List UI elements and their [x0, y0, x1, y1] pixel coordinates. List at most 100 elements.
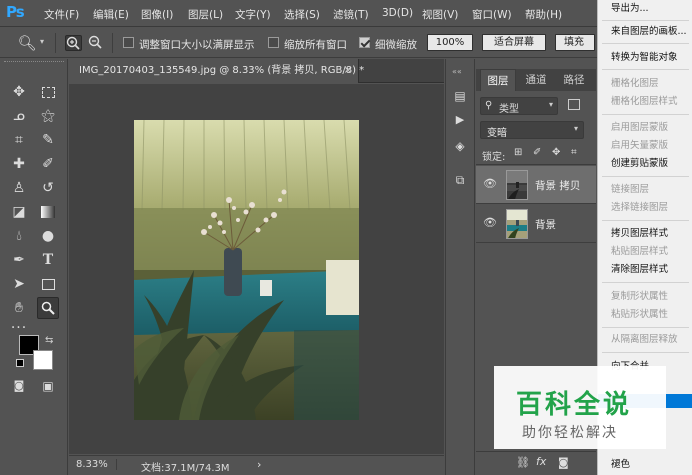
menu-item-export-as[interactable]: 导出为...	[598, 0, 692, 18]
scrubby-zoom-checkbox[interactable]	[359, 37, 370, 48]
add-mask-icon[interactable]: ◙	[558, 456, 569, 469]
visibility-eye-icon[interactable]: 👁︎	[483, 178, 497, 190]
gradient-tool-icon[interactable]	[37, 201, 59, 223]
panel-grip[interactable]	[4, 61, 64, 67]
menu-item-create-clipping-mask[interactable]: 创建剪贴蒙版	[598, 155, 692, 173]
layer-name[interactable]: 背景 拷贝	[535, 178, 580, 193]
document-tab-bar: IMG_20170403_135549.jpg @ 8.33% (背景 拷贝, …	[69, 59, 444, 83]
resize-windows-label: 调整窗口大小以满屏显示	[139, 39, 255, 51]
tab-channels[interactable]: 通道	[518, 69, 554, 91]
background-color-swatch[interactable]	[33, 350, 53, 370]
layer-row[interactable]: 👁︎ 背景	[476, 205, 596, 243]
screen-mode-icon[interactable]: ▣	[37, 375, 59, 397]
zoom-out-icon[interactable]	[88, 35, 105, 51]
quick-mask-icon[interactable]: ◙	[8, 375, 30, 397]
type-tool-icon[interactable]: T	[37, 249, 59, 271]
menu-edit[interactable]: 编辑(E)	[93, 7, 129, 22]
menu-filter[interactable]: 滤镜(T)	[333, 7, 369, 22]
lock-label: 锁定:	[482, 152, 506, 163]
menu-item-paste-shape-attributes: 粘贴形状属性	[611, 309, 669, 320]
menu-item-copy-shape-attributes: 复制形状属性	[611, 291, 669, 302]
document-canvas[interactable]	[134, 120, 359, 420]
history-panel-icon[interactable]: ▤	[449, 85, 471, 107]
lasso-tool-icon[interactable]: ᓄ	[8, 105, 30, 127]
zoom-all-checkbox[interactable]	[268, 37, 279, 48]
lock-artboard-icon[interactable]: ⌗	[571, 147, 577, 158]
character-panel-icon[interactable]: ⧉	[449, 169, 471, 191]
menu-view[interactable]: 视图(V)	[422, 7, 458, 22]
marquee-tool-icon[interactable]	[37, 81, 59, 103]
menu-item-artboard-from-layers[interactable]: 来自图层的画板...	[598, 23, 692, 41]
filter-pixel-icon[interactable]	[568, 99, 580, 110]
menu-image[interactable]: 图像(I)	[141, 7, 173, 22]
brush-tool-icon[interactable]: ✐	[37, 153, 59, 175]
menu-3d[interactable]: 3D(D)	[382, 7, 413, 19]
layer-row[interactable]: 👁︎ 背景 拷贝	[476, 166, 596, 204]
menu-item-rasterize-layer-style: 栅格化图层样式	[611, 96, 678, 107]
menu-file[interactable]: 文件(F)	[44, 7, 79, 22]
blend-mode-label: 变暗	[487, 128, 507, 139]
clone-stamp-tool-icon[interactable]: ♙	[8, 177, 30, 199]
fit-screen-button[interactable]: 适合屏幕	[482, 34, 546, 51]
menu-item-copy-layer-style[interactable]: 拷贝图层样式	[598, 225, 692, 243]
lock-position-icon[interactable]: ✥	[552, 147, 560, 158]
menu-bar: Ps 文件(F) 编辑(E) 图像(I) 图层(L) 文字(Y) 选择(S) 滤…	[0, 0, 692, 27]
lock-transparent-icon[interactable]: ⊞	[514, 147, 522, 158]
zoom-tool-icon[interactable]	[37, 297, 59, 319]
watermark-brand: 百科全说	[516, 390, 633, 420]
menu-item-rasterize-layer: 栅格化图层	[611, 78, 659, 89]
watermark-overlay: 百科全说 助你轻松解决	[494, 366, 666, 449]
swap-colors-icon[interactable]: ⇆	[45, 335, 53, 346]
chevron-down-icon[interactable]: ▾	[40, 37, 44, 46]
path-selection-tool-icon[interactable]: ➤	[8, 273, 30, 295]
tab-layers[interactable]: 图层	[480, 69, 516, 91]
dodge-tool-icon[interactable]: ●	[37, 225, 59, 247]
collapse-panels-icon[interactable]: ««	[452, 67, 462, 76]
menu-layer[interactable]: 图层(L)	[188, 7, 223, 22]
document-tab[interactable]: IMG_20170403_135549.jpg @ 8.33% (背景 拷贝, …	[69, 59, 364, 83]
menu-window[interactable]: 窗口(W)	[472, 7, 512, 22]
history-brush-tool-icon[interactable]: ↺	[37, 177, 59, 199]
filter-kind-select[interactable]: ⚲ 类型 ▾	[480, 97, 558, 115]
healing-brush-tool-icon[interactable]: ✚	[8, 153, 30, 175]
rectangle-tool-icon[interactable]	[37, 273, 59, 295]
menu-item-fade[interactable]: 褪色	[598, 456, 692, 474]
close-icon[interactable]: ×	[344, 59, 352, 83]
visibility-eye-icon[interactable]: 👁︎	[483, 217, 497, 229]
magic-wand-tool-icon[interactable]: ⚝	[37, 105, 59, 127]
crop-tool-icon[interactable]: ⌗	[8, 129, 30, 151]
actions-play-icon[interactable]: ▶	[449, 109, 471, 131]
layers-footer: ⛓ fx ◙	[476, 451, 596, 475]
chevron-down-icon: ▾	[548, 100, 553, 109]
status-bar: 8.33% 文档:37.1M/74.3M ›	[69, 455, 444, 475]
menu-item-convert-smart-object[interactable]: 转换为智能对象	[598, 49, 692, 67]
blur-tool-icon[interactable]: 💧︎	[8, 225, 30, 247]
eyedropper-tool-icon[interactable]: ✎	[37, 129, 59, 151]
layer-name[interactable]: 背景	[535, 217, 556, 232]
tools-panel: ✥ ᓄ ⚝ ⌗ ✎ ✚ ✐ ♙ ↺ ◪ 💧︎ ● ✒ T ➤ ✋︎ ··· ⇆ …	[0, 59, 68, 475]
zoom-level[interactable]: 8.33%	[73, 459, 117, 470]
default-colors-icon[interactable]	[16, 359, 24, 367]
eraser-tool-icon[interactable]: ◪	[8, 201, 30, 223]
menu-type[interactable]: 文字(Y)	[235, 7, 271, 22]
layer-style-fx-button[interactable]: fx	[536, 455, 546, 468]
blend-mode-select[interactable]: 变暗 ▾	[480, 121, 584, 139]
zoom-100-button[interactable]: 100%	[427, 34, 473, 51]
fill-screen-button[interactable]: 填充	[555, 34, 595, 51]
resize-windows-checkbox[interactable]	[123, 37, 134, 48]
menu-item-clear-layer-style[interactable]: 清除图层样式	[598, 261, 692, 279]
hand-tool-icon[interactable]: ✋︎	[8, 297, 30, 319]
move-tool-icon[interactable]: ✥	[8, 81, 30, 103]
menu-select[interactable]: 选择(S)	[284, 7, 320, 22]
tab-paths[interactable]: 路径	[556, 69, 592, 91]
properties-panel-icon[interactable]: ◈	[449, 135, 471, 157]
link-layers-icon[interactable]: ⛓	[516, 456, 530, 469]
pen-tool-icon[interactable]: ✒	[8, 249, 30, 271]
watermark-tagline: 助你轻松解决	[522, 425, 618, 441]
menu-help[interactable]: 帮助(H)	[525, 7, 562, 22]
panel-icon-strip: «« ▤ ▶ ◈ ⧉	[445, 59, 475, 475]
zoom-in-icon[interactable]	[65, 35, 82, 51]
zoom-tool-preset-icon[interactable]: 🔍︎	[16, 32, 38, 54]
status-menu-arrow-icon[interactable]: ›	[257, 458, 261, 471]
lock-image-icon[interactable]: ✐	[533, 147, 541, 158]
